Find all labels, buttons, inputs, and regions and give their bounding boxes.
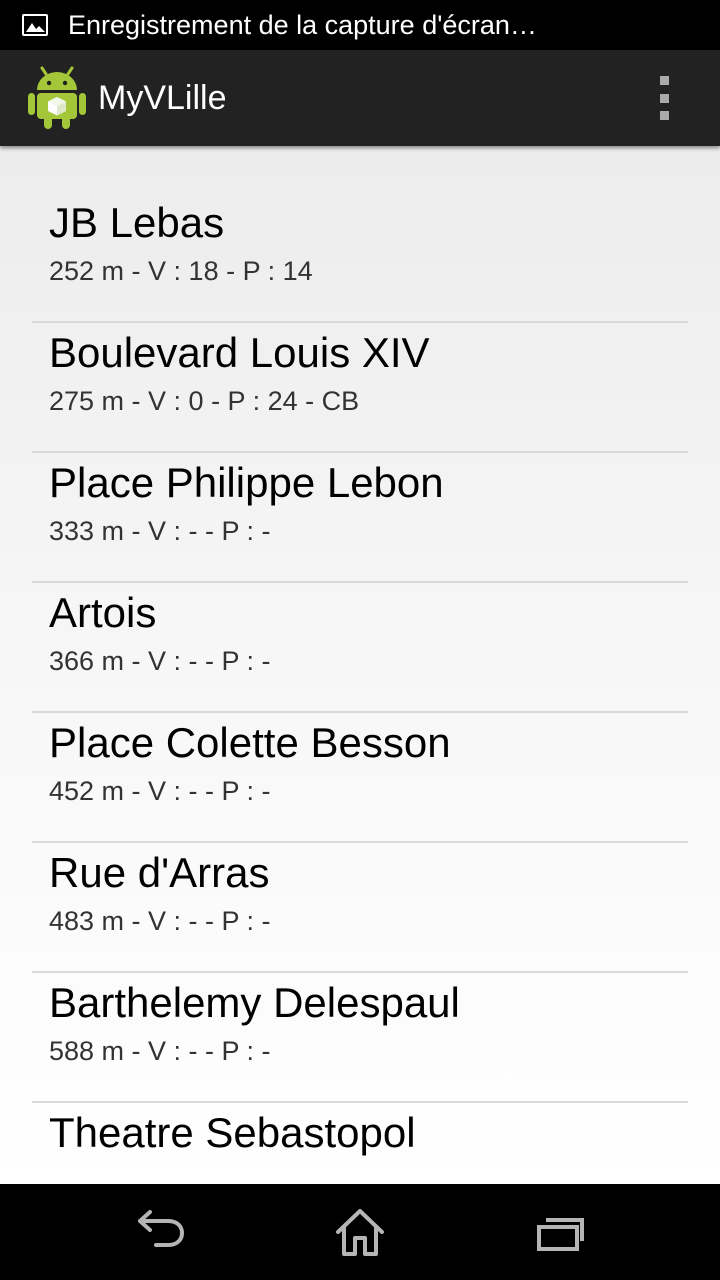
app-title: MyVLille [98, 78, 227, 117]
station-name: JB Lebas [49, 199, 225, 246]
station-list-item[interactable]: Barthelemy Delespaul 588 m - V : - - P : … [32, 973, 688, 1103]
station-details: 483 m - V : - - P : - [49, 906, 271, 936]
back-icon[interactable] [130, 1204, 190, 1264]
station-list-item[interactable]: Boulevard Louis XIV 275 m - V : 0 - P : 2… [32, 323, 688, 453]
station-name: Place Colette Besson [49, 719, 451, 766]
station-list-item[interactable]: Place Philippe Lebon 333 m - V : - - P : … [32, 453, 688, 583]
station-list-item[interactable]: Place Colette Besson 452 m - V : - - P : … [32, 713, 688, 843]
station-details: 333 m - V : - - P : - [49, 516, 271, 546]
status-notification-text: Enregistrement de la capture d'écran… [68, 9, 537, 40]
station-details: 452 m - V : - - P : - [49, 776, 271, 806]
station-details: 252 m - V : 18 - P : 14 [49, 256, 313, 286]
station-details: 275 m - V : 0 - P : 24 - CB [49, 386, 360, 416]
station-list-item[interactable]: Theatre Sebastopol [32, 1103, 688, 1184]
recent-apps-icon[interactable] [530, 1204, 590, 1264]
station-name: Place Philippe Lebon [49, 459, 444, 506]
action-bar: MyVLille [0, 50, 720, 146]
station-list-item[interactable]: JB Lebas 252 m - V : 18 - P : 14 [32, 193, 688, 323]
overflow-menu-icon[interactable] [648, 76, 680, 120]
station-name: Boulevard Louis XIV [49, 329, 430, 376]
status-bar: Enregistrement de la capture d'écran… [0, 0, 720, 50]
android-icon[interactable] [28, 66, 86, 130]
station-list-item[interactable]: Rue d'Arras 483 m - V : - - P : - [32, 843, 688, 973]
navigation-bar [0, 1184, 720, 1280]
station-list-container[interactable]: JB Lebas 252 m - V : 18 - P : 14 Boulevard… [0, 146, 720, 1184]
station-details: 588 m - V : - - P : - [49, 1036, 271, 1066]
station-name: Artois [49, 589, 157, 636]
station-name: Theatre Sebastopol [49, 1109, 416, 1156]
image-icon [22, 14, 48, 36]
station-details: 366 m - V : - - P : - [49, 646, 271, 676]
station-name: Barthelemy Delespaul [49, 979, 460, 1026]
station-name: Rue d'Arras [49, 849, 270, 896]
home-icon[interactable] [330, 1204, 390, 1264]
station-list: JB Lebas 252 m - V : 18 - P : 14 Boulevard… [32, 193, 688, 1184]
station-list-item[interactable]: Artois 366 m - V : - - P : - [32, 583, 688, 713]
